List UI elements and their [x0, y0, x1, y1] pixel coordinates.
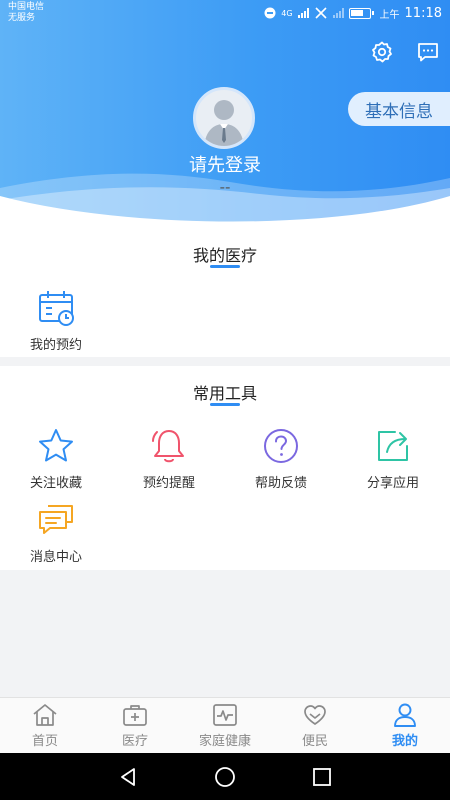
- bell-icon: [152, 430, 184, 463]
- question-circle-icon: [264, 429, 298, 463]
- carrier-name: 中国电信: [8, 2, 45, 12]
- default-avatar-icon: [204, 100, 244, 146]
- nav-mine[interactable]: 我的: [360, 698, 450, 753]
- home-icon: [33, 704, 57, 726]
- section-title: 常用工具: [192, 384, 257, 403]
- message-icon[interactable]: [416, 40, 440, 64]
- nav-convenience[interactable]: 便民: [270, 698, 360, 753]
- common-tools-section: 常用工具 关注收藏 预约提醒 帮助反馈 分享应用 消息中心: [0, 366, 450, 570]
- service-status: 无服务: [8, 13, 36, 23]
- appointment-reminder-button[interactable]: 预约提醒: [113, 426, 225, 496]
- nav-label: 家庭健康: [198, 734, 251, 749]
- favorites-button[interactable]: 关注收藏: [0, 426, 112, 496]
- user-subtext: --: [219, 178, 231, 196]
- nav-label: 我的: [391, 734, 418, 749]
- gear-icon[interactable]: [370, 40, 394, 64]
- nav-label: 首页: [31, 734, 58, 749]
- system-nav-bar: [0, 753, 450, 800]
- heartbeat-monitor-icon: [213, 704, 237, 726]
- heart-hands-icon: [304, 705, 326, 725]
- message-center-button[interactable]: 消息中心: [0, 500, 112, 570]
- nav-home[interactable]: 首页: [0, 698, 90, 753]
- home-circle-icon[interactable]: [214, 766, 236, 788]
- star-icon: [39, 429, 73, 462]
- nav-label: 医疗: [121, 734, 148, 749]
- medical-kit-icon: [123, 705, 147, 726]
- my-appointment-button[interactable]: 我的预约: [0, 288, 112, 358]
- status-icons: 4G 上午 11:18: [264, 3, 442, 23]
- clock: 11:18: [404, 5, 442, 21]
- tool-label: 分享应用: [366, 476, 419, 491]
- signal-icon: [297, 8, 309, 18]
- share-icon: [378, 431, 408, 461]
- carrier-info: 中国电信 无服务: [8, 2, 44, 24]
- nav-medical[interactable]: 医疗: [90, 698, 180, 753]
- help-feedback-button[interactable]: 帮助反馈: [225, 426, 337, 496]
- login-prompt[interactable]: 请先登录: [0, 151, 450, 177]
- tool-label: 预约提醒: [142, 476, 195, 491]
- nav-family-health[interactable]: 家庭健康: [180, 698, 270, 753]
- signal-icon-2: [332, 8, 344, 18]
- profile-screen: 中国电信 无服务 4G 上午 11:18 基本信息 请先登录 -- 我的医疗 我…: [0, 0, 450, 800]
- status-bar: 中国电信 无服务 4G 上午 11:18: [0, 0, 450, 26]
- battery-icon: [348, 7, 374, 19]
- tool-label: 帮助反馈: [254, 476, 307, 491]
- network-type: 4G: [281, 8, 293, 18]
- bottom-nav: 首页 医疗 家庭健康 便民 我的: [0, 697, 450, 753]
- no-sim-icon: [314, 7, 327, 19]
- user-icon: [394, 703, 416, 727]
- my-medical-section: 我的医疗 我的预约: [0, 230, 450, 357]
- section-underline: [210, 403, 240, 406]
- nav-label: 便民: [301, 734, 328, 749]
- tool-label: 关注收藏: [29, 476, 82, 491]
- share-app-button[interactable]: 分享应用: [337, 426, 449, 496]
- tool-label: 消息中心: [29, 550, 82, 565]
- calendar-clock-icon: [39, 291, 74, 326]
- section-title: 我的医疗: [192, 246, 257, 265]
- time-prefix: 上午: [379, 9, 400, 21]
- basic-info-button[interactable]: 基本信息: [348, 92, 450, 126]
- header-actions: [370, 40, 440, 64]
- chat-bubbles-icon: [39, 505, 73, 534]
- recents-icon[interactable]: [311, 766, 333, 788]
- tool-label: 我的预约: [29, 338, 82, 353]
- section-underline: [210, 265, 240, 268]
- back-icon[interactable]: [117, 766, 139, 788]
- avatar[interactable]: [193, 87, 255, 149]
- dnd-icon: [264, 7, 276, 19]
